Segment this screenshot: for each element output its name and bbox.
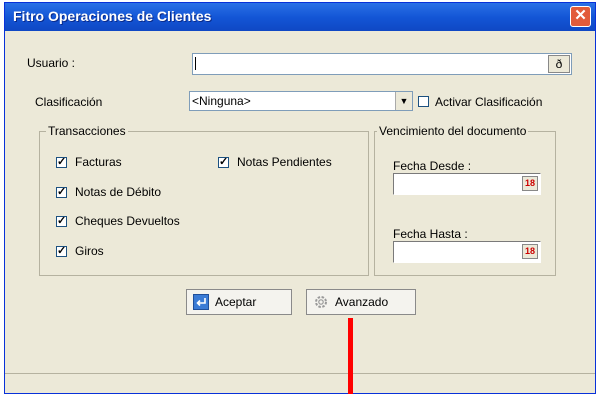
giros-checkbox[interactable]: ✓ (56, 246, 67, 257)
gear-icon (315, 296, 327, 308)
cheques-devueltos-label: Cheques Devueltos (75, 214, 180, 228)
binoculars-icon: ð (555, 57, 563, 71)
activar-clasificacion-label: Activar Clasificación (435, 95, 543, 109)
calendar-icon: 18 (524, 246, 535, 256)
calendar-button[interactable]: 18 (522, 244, 538, 259)
cheques-devueltos-checkbox[interactable]: ✓ (56, 216, 67, 227)
clasificacion-label: Clasificación (35, 95, 103, 109)
fecha-hasta-label: Fecha Hasta : (393, 227, 468, 241)
dropdown-button[interactable]: ▼ (395, 92, 412, 110)
clasificacion-select[interactable]: <Ninguna> ▼ (189, 91, 413, 111)
check-icon: ✓ (219, 156, 229, 168)
fecha-hasta-input[interactable]: 18 (393, 241, 541, 263)
avanzado-label: Avanzado (335, 295, 389, 309)
check-icon: ✓ (57, 215, 67, 227)
close-button[interactable]: ✕ (570, 6, 591, 27)
title-bar[interactable]: Fitro Operaciones de Clientes ✕ (5, 3, 595, 31)
dialog-window: Fitro Operaciones de Clientes ✕ Usuario … (4, 2, 596, 394)
lookup-button[interactable]: ð (548, 55, 570, 73)
notas-debito-label: Notas de Débito (75, 185, 162, 199)
enter-icon (193, 294, 209, 310)
facturas-checkbox[interactable]: ✓ (56, 157, 67, 168)
chevron-down-icon: ▼ (399, 96, 409, 106)
text-caret (195, 57, 196, 70)
fecha-desde-input[interactable]: 18 (393, 173, 541, 195)
notas-pendientes-label: Notas Pendientes (237, 155, 332, 169)
usuario-input[interactable]: ð (192, 53, 572, 75)
check-icon: ✓ (57, 186, 67, 198)
status-area (5, 373, 595, 393)
aceptar-button[interactable]: Aceptar (186, 289, 292, 315)
giros-label: Giros (75, 244, 104, 258)
clasificacion-value: <Ninguna> (192, 94, 251, 108)
window-title: Fitro Operaciones de Clientes (13, 8, 212, 24)
usuario-label: Usuario : (27, 56, 76, 70)
fecha-desde-label: Fecha Desde : (393, 159, 472, 173)
activar-clasificacion-checkbox[interactable] (418, 96, 429, 107)
avanzado-button[interactable]: Avanzado (306, 289, 416, 315)
vencimiento-legend: Vencimiento del documento (377, 124, 529, 138)
check-icon: ✓ (57, 245, 67, 257)
notas-pendientes-checkbox[interactable]: ✓ (218, 157, 229, 168)
aceptar-label: Aceptar (215, 295, 257, 309)
check-icon: ✓ (57, 156, 67, 168)
calendar-icon: 18 (524, 178, 535, 188)
close-icon: ✕ (574, 7, 587, 24)
calendar-button[interactable]: 18 (522, 176, 538, 191)
facturas-label: Facturas (75, 155, 122, 169)
notas-debito-checkbox[interactable]: ✓ (56, 187, 67, 198)
annotation-red-bar (348, 318, 353, 394)
transacciones-legend: Transacciones (46, 124, 128, 138)
